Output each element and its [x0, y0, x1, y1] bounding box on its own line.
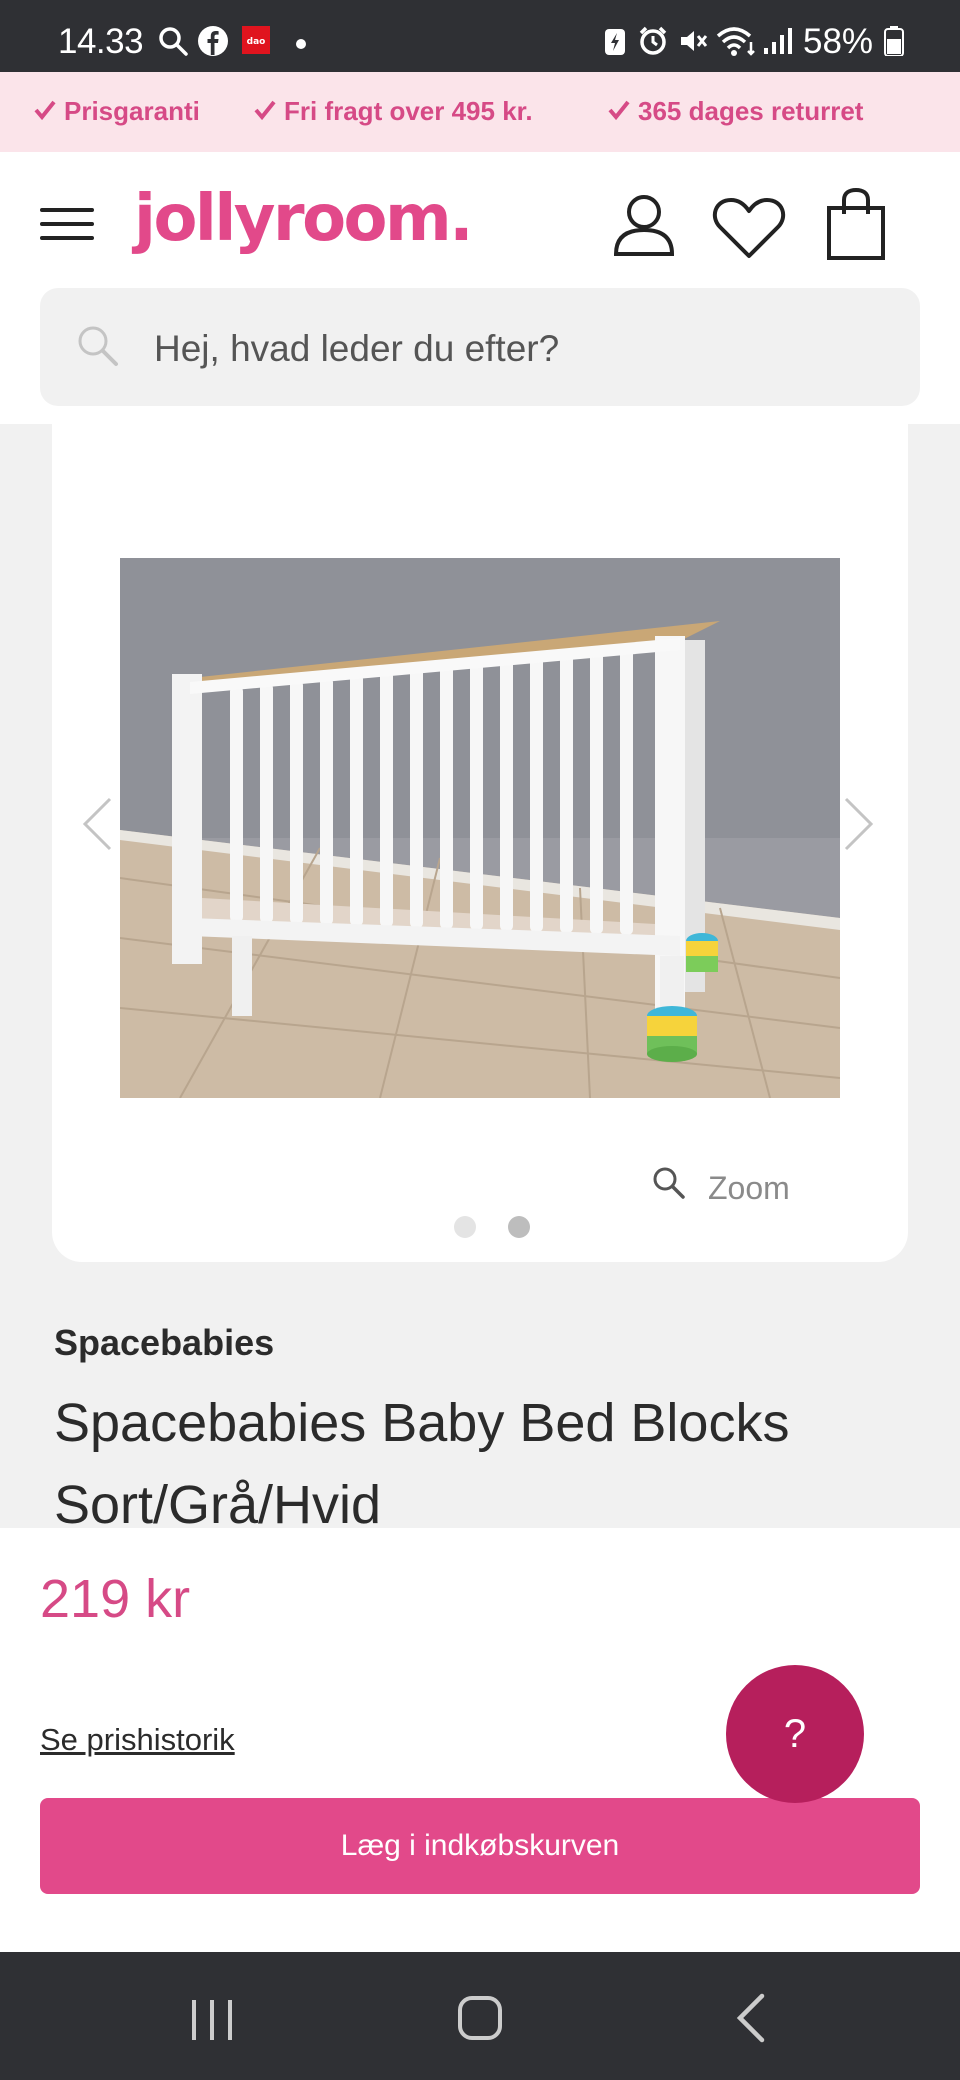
signal-icon	[762, 26, 792, 61]
carousel-dot-2[interactable]	[508, 1216, 530, 1238]
usp-item-free-shipping: Fri fragt over 495 kr.	[254, 96, 533, 127]
add-to-cart-button[interactable]: Læg i indkøbskurven	[40, 1798, 920, 1894]
mute-icon	[678, 26, 708, 61]
status-time: 14.33	[58, 22, 144, 61]
usp-item-returns: 365 dages returret	[608, 96, 863, 127]
status-bar: 14.33 dao 58%	[0, 0, 960, 72]
price-history-link[interactable]: Se prishistorik	[40, 1722, 235, 1758]
product-price: 219 kr	[40, 1569, 191, 1629]
back-icon[interactable]	[690, 1952, 810, 2080]
product-gallery: Zoom	[52, 420, 908, 1262]
facebook-icon	[198, 26, 228, 61]
recent-apps-icon[interactable]	[152, 1952, 272, 2080]
usp-item-price-guarantee: Prisgaranti	[34, 96, 200, 127]
help-button[interactable]: ?	[726, 1665, 864, 1803]
product-brand[interactable]: Spacebabies	[54, 1322, 274, 1364]
hamburger-menu-icon[interactable]	[40, 204, 94, 244]
product-title: Spacebabies Baby Bed Blocks Sort/Grå/Hvi…	[54, 1393, 790, 1535]
site-header: jollyroom. Hej, hvad leder du efter?	[0, 152, 960, 424]
carousel-dot-1[interactable]	[454, 1216, 476, 1238]
search-input[interactable]: Hej, hvad leder du efter?	[154, 328, 559, 370]
previous-image-arrow-icon[interactable]	[80, 796, 114, 857]
usp-bar: Prisgaranti Fri fragt over 495 kr. 365 d…	[0, 72, 960, 152]
purchase-panel: 219 kr Se prishistorik Læg i indkøbskurv…	[0, 1528, 960, 1952]
checkmark-icon	[34, 96, 56, 127]
checkmark-icon	[254, 96, 276, 127]
search-icon	[76, 324, 120, 373]
battery-icon	[884, 26, 904, 61]
notification-dot-icon	[296, 36, 306, 54]
news-app-icon: dao	[242, 26, 270, 59]
next-image-arrow-icon[interactable]	[842, 796, 876, 857]
shopping-bag-icon[interactable]	[826, 187, 886, 265]
search-bar[interactable]: Hej, hvad leder du efter?	[40, 288, 920, 406]
account-icon[interactable]	[612, 192, 676, 261]
checkmark-icon	[608, 96, 630, 127]
product-image[interactable]	[120, 558, 840, 1098]
system-nav-bar	[0, 1952, 960, 2080]
magnifier-icon	[652, 1166, 686, 1208]
wifi-icon	[716, 26, 756, 61]
zoom-button[interactable]: Zoom	[653, 1167, 790, 1207]
alarm-icon	[638, 26, 668, 61]
zoom-label: Zoom	[708, 1170, 790, 1206]
wishlist-heart-icon[interactable]	[712, 196, 786, 265]
svg-text:dao: dao	[247, 37, 266, 47]
battery-saver-icon	[604, 26, 626, 61]
home-icon[interactable]	[420, 1952, 540, 2080]
search-icon	[158, 26, 188, 61]
site-logo[interactable]: jollyroom.	[134, 182, 474, 256]
battery-percentage: 58%	[803, 22, 874, 61]
